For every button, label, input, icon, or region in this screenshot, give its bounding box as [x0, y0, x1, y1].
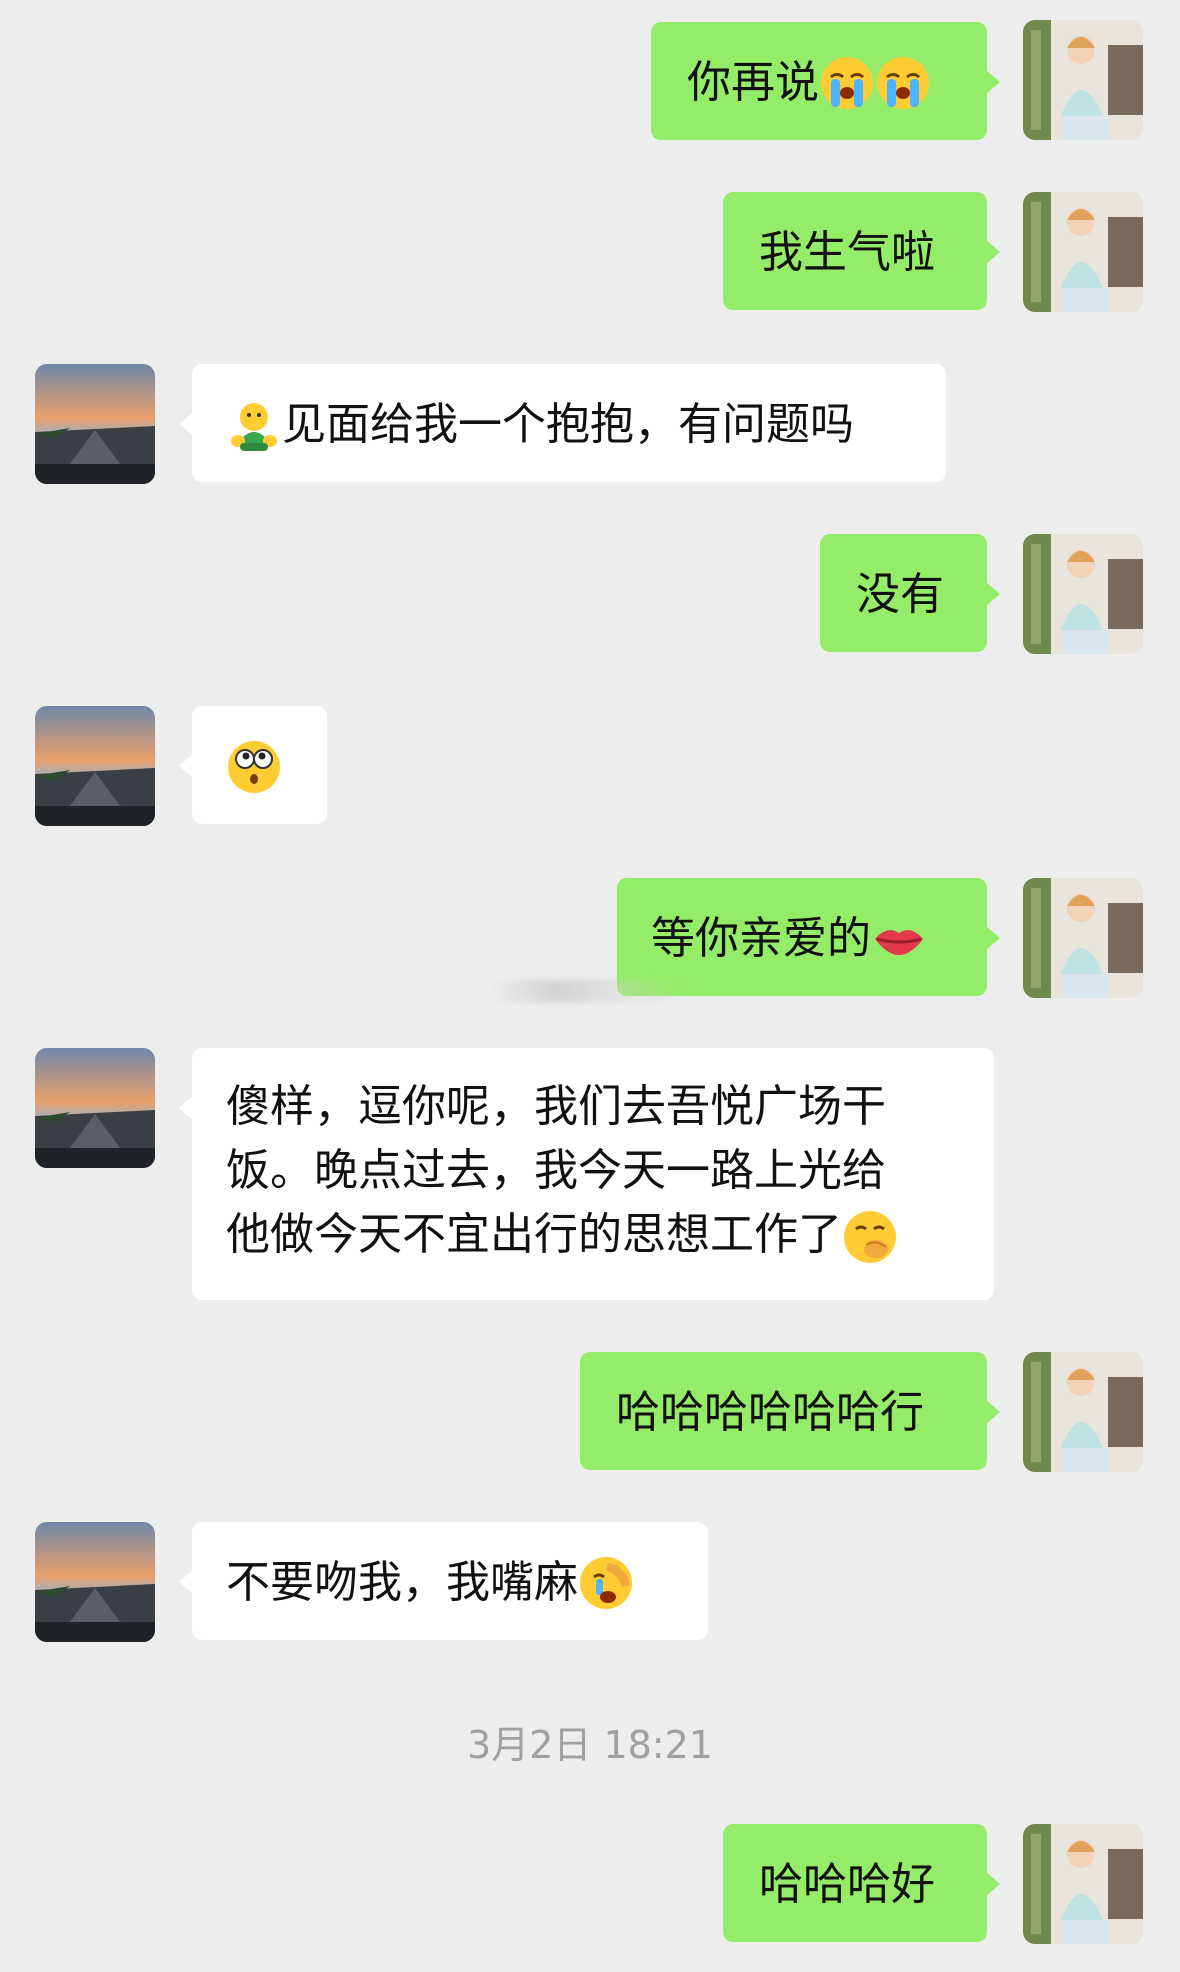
my-avatar[interactable] [1023, 878, 1143, 998]
message-bubble-sent[interactable]: 等你亲爱的 [617, 878, 1000, 996]
loudly-crying-emoji [875, 55, 931, 111]
message-text: 没有 [856, 569, 944, 620]
thinking-hand-emoji [842, 1209, 898, 1265]
message-bubble-received[interactable]: 见面给我一个抱抱，有问题吗 [179, 364, 946, 482]
message-bubble-sent[interactable]: 我生气啦 [723, 192, 1000, 310]
lips-emoji [871, 911, 927, 967]
facepalm-emoji [578, 1555, 634, 1611]
message-text: 哈哈哈哈哈哈行 [616, 1387, 924, 1438]
contact-avatar[interactable] [35, 706, 155, 826]
message-bubble-sent[interactable]: 没有 [820, 534, 1000, 652]
contact-avatar[interactable] [35, 364, 155, 484]
message-text: 不要吻我，我嘴麻 [226, 1557, 578, 1608]
blurred-watermark [492, 980, 682, 1002]
message-text: 等你亲爱的 [651, 913, 871, 964]
loudly-crying-emoji [819, 55, 875, 111]
message-bubble-sent[interactable]: 你再说 [651, 22, 1000, 140]
my-avatar[interactable] [1023, 1352, 1143, 1472]
message-text: 你再说 [687, 57, 819, 108]
contact-avatar[interactable] [35, 1048, 155, 1168]
hugging-figure-emoji [226, 397, 282, 453]
message-text-line: 饭。晚点过去，我今天一路上光给 [226, 1145, 886, 1196]
contact-avatar[interactable] [35, 1522, 155, 1642]
message-bubble-received[interactable] [179, 706, 327, 824]
message-text-line: 傻样，逗你呢，我们去吾悦广场干 [226, 1081, 886, 1132]
message-bubble-received[interactable]: 傻样，逗你呢，我们去吾悦广场干 饭。晚点过去，我今天一路上光给 他做今天不宜出行… [179, 1048, 994, 1300]
surprised-eyes-emoji [226, 739, 282, 795]
message-bubble-sent[interactable]: 哈哈哈好 [723, 1824, 1000, 1942]
message-text-line: 他做今天不宜出行的思想工作了 [226, 1209, 842, 1260]
my-avatar[interactable] [1023, 20, 1143, 140]
my-avatar[interactable] [1023, 1824, 1143, 1944]
message-text: 见面给我一个抱抱，有问题吗 [282, 399, 854, 450]
message-bubble-received[interactable]: 不要吻我，我嘴麻 [179, 1522, 708, 1640]
my-avatar[interactable] [1023, 192, 1143, 312]
my-avatar[interactable] [1023, 534, 1143, 654]
message-bubble-sent[interactable]: 哈哈哈哈哈哈行 [580, 1352, 1000, 1470]
message-timestamp: 3月2日 18:21 [467, 1723, 713, 1767]
message-text: 我生气啦 [759, 227, 935, 278]
message-text: 哈哈哈好 [759, 1859, 935, 1910]
